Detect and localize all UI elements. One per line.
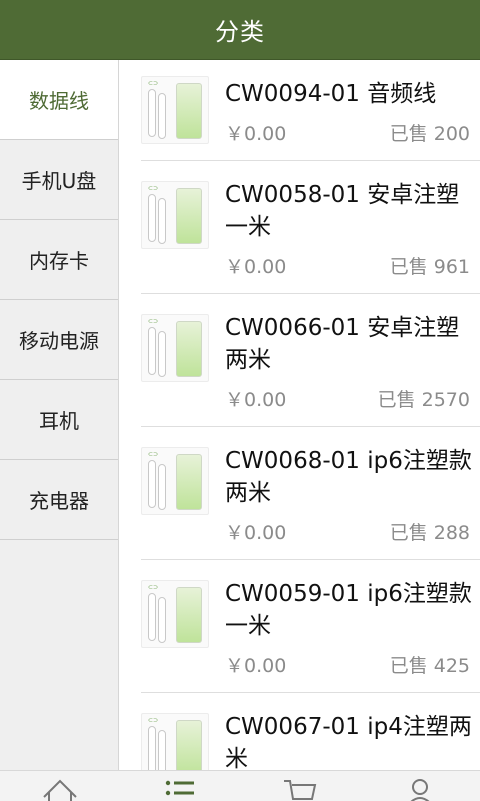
nav-tab-category[interactable] — [150, 771, 210, 801]
product-name: CW0068-01 ip6注塑款 两米 — [225, 448, 472, 506]
sidebar-filler — [0, 540, 118, 770]
cart-icon — [280, 775, 320, 801]
sidebar-item-data-cable[interactable]: 数据线 — [0, 60, 118, 140]
sidebar-item-label: 手机U盘 — [21, 169, 97, 193]
product-price: ￥0.00 — [225, 256, 287, 278]
sidebar-item-charger[interactable]: 充电器 — [0, 460, 118, 540]
product-item[interactable]: ⊂⊃ CW0094-01 音频线 ￥0.00 已售 200 — [141, 60, 480, 161]
product-sold-count: 已售 200 — [389, 123, 470, 145]
user-icon — [400, 775, 440, 801]
sidebar-item-power-bank[interactable]: 移动电源 — [0, 300, 118, 380]
product-name: CW0058-01 安卓注塑一米 — [225, 182, 460, 240]
bottom-nav — [0, 770, 480, 801]
product-list: ⊂⊃ CW0094-01 音频线 ￥0.00 已售 200 ⊂⊃ CW0058-… — [119, 60, 480, 770]
product-name: CW0066-01 安卓注塑两米 — [225, 315, 460, 373]
sidebar-item-phone-usb-drive[interactable]: 手机U盘 — [0, 140, 118, 220]
sidebar-item-label: 数据线 — [29, 89, 89, 113]
product-sold-count: 已售 2570 — [377, 389, 470, 411]
product-thumbnail: ⊂⊃ — [141, 447, 209, 515]
list-icon — [160, 775, 200, 801]
sidebar-item-earphones[interactable]: 耳机 — [0, 380, 118, 460]
product-price: ￥0.00 — [225, 522, 287, 544]
product-name: CW0067-01 ip4注塑两米 — [225, 714, 472, 770]
nav-tab-cart[interactable] — [270, 771, 330, 801]
page-title: 分类 — [215, 18, 265, 46]
product-sold-count: 已售 961 — [389, 256, 470, 278]
product-name: CW0059-01 ip6注塑款 一米 — [225, 581, 472, 639]
product-price: ￥0.00 — [225, 123, 287, 145]
nav-tab-home[interactable] — [30, 771, 90, 801]
product-price: ￥0.00 — [225, 389, 287, 411]
sidebar-item-memory-card[interactable]: 内存卡 — [0, 220, 118, 300]
product-thumbnail: ⊂⊃ — [141, 314, 209, 382]
product-item[interactable]: ⊂⊃ CW0059-01 ip6注塑款 一米 ￥0.00 已售 425 — [141, 560, 480, 693]
product-thumbnail: ⊂⊃ — [141, 76, 209, 144]
top-bar: 分类 — [0, 0, 480, 60]
sidebar-item-label: 移动电源 — [19, 329, 99, 353]
sidebar-item-label: 耳机 — [39, 409, 79, 433]
product-name: CW0094-01 音频线 — [225, 81, 437, 107]
product-item[interactable]: ⊂⊃ CW0058-01 安卓注塑一米 ￥0.00 已售 961 — [141, 161, 480, 294]
product-sold-count: 已售 425 — [389, 655, 470, 677]
product-sold-count: 已售 288 — [389, 522, 470, 544]
product-thumbnail: ⊂⊃ — [141, 181, 209, 249]
product-thumbnail: ⊂⊃ — [141, 713, 209, 770]
sidebar-item-label: 充电器 — [29, 489, 89, 513]
category-sidebar: 数据线 手机U盘 内存卡 移动电源 耳机 充电器 — [0, 60, 119, 770]
product-item[interactable]: ⊂⊃ CW0066-01 安卓注塑两米 ￥0.00 已售 2570 — [141, 294, 480, 427]
home-icon — [40, 775, 80, 801]
nav-tab-profile[interactable] — [390, 771, 450, 801]
product-price: ￥0.00 — [225, 655, 287, 677]
product-item[interactable]: ⊂⊃ CW0068-01 ip6注塑款 两米 ￥0.00 已售 288 — [141, 427, 480, 560]
product-thumbnail: ⊂⊃ — [141, 580, 209, 648]
sidebar-item-label: 内存卡 — [29, 249, 89, 273]
product-item[interactable]: ⊂⊃ CW0067-01 ip4注塑两米 — [141, 693, 480, 770]
